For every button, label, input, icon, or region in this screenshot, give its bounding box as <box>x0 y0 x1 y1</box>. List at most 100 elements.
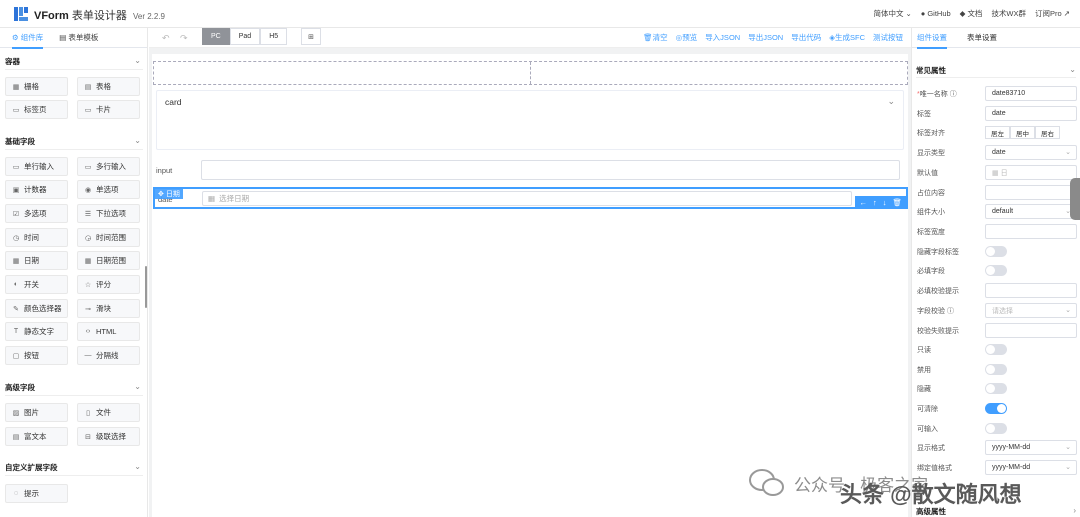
widget-grid[interactable]: ▦ 栅格 <box>5 77 68 96</box>
export-json-button[interactable]: 导出JSON <box>748 32 783 43</box>
text-icon: T <box>13 328 19 335</box>
widget-file[interactable]: ▯ 文件 <box>77 403 140 422</box>
widget-cascader[interactable]: ⊟ 级联选择 <box>77 427 140 446</box>
export-code-button[interactable]: 导出代码 <box>791 32 821 43</box>
field-type-tag[interactable]: ✥ 日期 <box>155 188 183 199</box>
widget-time-range[interactable]: ◶ 时间范围 <box>77 228 140 247</box>
label-input[interactable]: date <box>985 106 1077 121</box>
undo-icon[interactable]: ↶ <box>162 33 170 44</box>
widget-alert[interactable]: ◌ 提示 <box>5 484 68 503</box>
unique-name-input[interactable]: date83710 <box>985 86 1077 101</box>
section-common-props[interactable]: 常见属性 ⌄ <box>916 65 1076 78</box>
move-up-icon[interactable]: ↑ <box>873 198 877 207</box>
tab-component-library[interactable]: ⚙ 组件库 <box>12 28 44 49</box>
input-field[interactable] <box>201 160 900 180</box>
grid-column[interactable] <box>154 62 531 84</box>
device-h5-button[interactable]: H5 <box>260 28 288 45</box>
prop-label: 显示类型 <box>917 150 945 157</box>
widget-static-text[interactable]: T 静态文字 <box>5 322 68 341</box>
value-format-select[interactable]: yyyy-MM-dd ⌄ <box>985 460 1077 475</box>
widget-picture[interactable]: ▨ 图片 <box>5 403 68 422</box>
default-value-picker[interactable]: ▦ 日 <box>985 165 1077 180</box>
display-format-select[interactable]: yyyy-MM-dd ⌄ <box>985 440 1077 455</box>
widget-radio[interactable]: ◉ 单选项 <box>77 180 140 199</box>
widget-tabs[interactable]: ▭ 标签页 <box>5 100 68 119</box>
validation-select[interactable]: 请选择 ⌄ <box>985 303 1077 318</box>
date-field-selected[interactable]: date ✥ 日期 ▦ 选择日期 ← ↑ ↓ 🗑 <box>153 187 908 209</box>
widget-date[interactable]: ▦ 日期 <box>5 251 68 270</box>
test-button[interactable]: 测试按钮 <box>873 32 903 43</box>
placeholder-input[interactable] <box>985 185 1077 200</box>
redo-icon[interactable]: ↷ <box>180 33 188 44</box>
disabled-switch[interactable] <box>985 364 1007 375</box>
widget-color[interactable]: ✎ 颜色选择器 <box>5 299 68 318</box>
wechat-group-link[interactable]: 技术WX群 <box>991 8 1026 19</box>
group-header-basic-fields[interactable]: 基础字段 ⌄ <box>5 136 143 150</box>
widget-date-range[interactable]: ▦ 日期范围 <box>77 251 140 270</box>
widget-textarea[interactable]: ▭ 多行输入 <box>77 157 140 176</box>
widget-button[interactable]: ▢ 按钮 <box>5 346 68 365</box>
move-down-icon[interactable]: ↓ <box>883 198 887 207</box>
widget-number[interactable]: ▣ 计数器 <box>5 180 68 199</box>
chevron-down-icon[interactable]: ⌄ <box>887 96 895 107</box>
widget-rate[interactable]: ☆ 评分 <box>77 275 140 294</box>
clearable-switch[interactable] <box>985 403 1007 414</box>
chevron-down-icon: ⌄ <box>134 56 141 65</box>
widget-table[interactable]: ▤ 表格 <box>77 77 140 96</box>
generate-sfc-button[interactable]: ◈生成SFC <box>829 32 865 43</box>
size-select[interactable]: default ⌄ <box>985 204 1077 219</box>
radio-icon: ◉ <box>84 186 92 194</box>
required-switch[interactable] <box>985 265 1007 276</box>
component-library-panel: ⚙ 组件库 ▤ 表单模板 容器 ⌄ ▦ 栅格 ▤ 表格 ▭ 标签页 ▭ 卡片 基础字段 ⌄ ▭ 单… <box>0 28 148 517</box>
editable-switch[interactable] <box>985 423 1007 434</box>
required-hint-input[interactable] <box>985 283 1077 298</box>
grid-container[interactable] <box>153 61 908 85</box>
node-tree-button[interactable]: ⊞ <box>301 28 321 45</box>
device-pad-button[interactable]: Pad <box>229 28 261 45</box>
date-picker-input[interactable]: ▦ 选择日期 <box>202 191 852 206</box>
hide-label-switch[interactable] <box>985 246 1007 257</box>
widget-divider[interactable]: — 分隔线 <box>77 346 140 365</box>
docs-icon: ◆ <box>959 9 966 18</box>
tab-widget-settings[interactable]: 组件设置 <box>917 28 947 49</box>
widget-card[interactable]: ▭ 卡片 <box>77 100 140 119</box>
group-header-advanced-fields[interactable]: 高级字段 ⌄ <box>5 382 143 396</box>
delete-icon[interactable]: 🗑 <box>892 198 902 207</box>
widget-slider[interactable]: ⊸ 滑块 <box>77 299 140 318</box>
docs-link[interactable]: ◆ 文档 <box>960 8 983 19</box>
align-left-button[interactable]: 居左 <box>985 126 1010 139</box>
align-center-button[interactable]: 居中 <box>1010 126 1035 139</box>
grid-column[interactable] <box>531 62 907 84</box>
readonly-switch[interactable] <box>985 344 1007 355</box>
card-container[interactable]: card ⌄ <box>156 90 904 150</box>
language-select[interactable]: 简体中文 ⌄ <box>873 8 911 19</box>
widget-rich-text[interactable]: ▤ 富文本 <box>5 427 68 446</box>
display-type-select[interactable]: date ⌄ <box>985 145 1077 160</box>
tab-form-settings[interactable]: 表单设置 <box>967 28 997 48</box>
group-header-container[interactable]: 容器 ⌄ <box>5 56 143 70</box>
prop-label: 只读 <box>917 347 931 354</box>
group-header-custom-fields[interactable]: 自定义扩展字段 ⌄ <box>5 462 143 476</box>
widget-input[interactable]: ▭ 单行输入 <box>5 157 68 176</box>
hidden-switch[interactable] <box>985 383 1007 394</box>
widget-html[interactable]: ‹› HTML <box>77 322 140 341</box>
clear-button[interactable]: 🗑清空 <box>643 32 668 43</box>
align-right-button[interactable]: 居右 <box>1035 126 1060 139</box>
widget-time[interactable]: ◷ 时间 <box>5 228 68 247</box>
widget-switch[interactable]: ◐ 开关 <box>5 275 68 294</box>
preview-button[interactable]: ◎预览 <box>676 32 698 43</box>
widget-select[interactable]: ☰ 下拉选项 <box>77 204 140 223</box>
label-width-input[interactable] <box>985 224 1077 239</box>
left-panel-scrollbar[interactable] <box>145 266 147 308</box>
subscribe-pro-link[interactable]: 订阅Pro ↗ <box>1035 8 1070 19</box>
tab-form-templates[interactable]: ▤ 表单模板 <box>59 28 98 48</box>
github-link[interactable]: ● GitHub <box>921 9 951 18</box>
widget-checkbox[interactable]: ☑ 多选项 <box>5 204 68 223</box>
input-icon: ▭ <box>12 163 20 171</box>
drawer-handle[interactable] <box>1070 178 1080 220</box>
select-parent-icon[interactable]: ← <box>859 198 867 207</box>
device-pc-button[interactable]: PC <box>202 28 230 45</box>
validation-hint-input[interactable] <box>985 323 1077 338</box>
form-area[interactable]: card ⌄ input date ✥ 日期 ▦ 选择日期 ← ↑ ↓ 🗑 <box>152 54 908 517</box>
import-json-button[interactable]: 导入JSON <box>705 32 740 43</box>
